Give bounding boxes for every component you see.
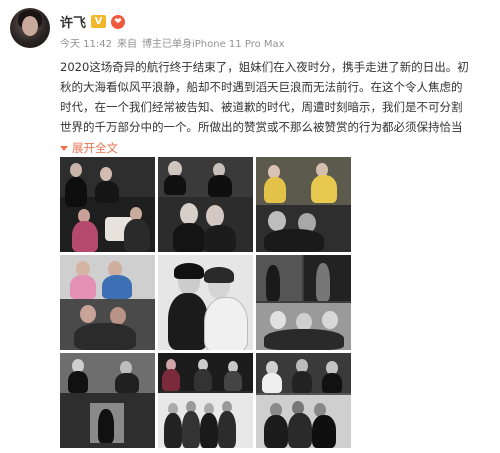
content-line: 时代，在一个我们经常被告知、被道歉的时代，周遭时刻暗示，我们是不可分割 <box>60 100 463 114</box>
photo-5[interactable] <box>158 255 253 350</box>
content-line: 2020这场奇异的航行终于结束了，姐妹们在入夜时分，携手走进了新的日出。初 <box>60 60 469 74</box>
photo-9[interactable] <box>256 353 351 448</box>
photo-6[interactable] <box>256 255 351 350</box>
content-line: 秋的大海看似风平浪静，船却不时遇到滔天巨浪而无法前行。在这个令人焦虑的 <box>60 80 463 94</box>
photo-7[interactable] <box>60 353 155 448</box>
post-source: 博主已单身iPhone 11 Pro Max <box>142 39 285 50</box>
photo-4[interactable] <box>60 255 155 350</box>
photo-3[interactable] <box>256 157 351 252</box>
photo-8[interactable] <box>158 353 253 448</box>
post-content: 2020这场奇异的航行终于结束了，姐妹们在入夜时分，携手走进了新的日出。初 秋的… <box>60 57 492 137</box>
post-meta: 今天 11:42 来自 博主已单身iPhone 11 Pro Max <box>60 35 285 50</box>
photo-2[interactable] <box>158 157 253 252</box>
photo-grid <box>60 157 351 449</box>
heart-badge-icon: ❤ <box>111 14 126 29</box>
username[interactable]: 许飞 <box>60 12 86 31</box>
avatar[interactable] <box>10 8 50 48</box>
post-time[interactable]: 今天 11:42 <box>60 35 112 50</box>
expand-arrow-icon <box>60 145 68 151</box>
content-line: 世界的千万部分中的一个。所做出的赞赏或不那么被赞赏的行为都必须保持恰当 <box>60 120 463 134</box>
expand-full-text-button[interactable]: 展开全文 <box>60 140 118 156</box>
expand-label: 展开全文 <box>72 141 118 155</box>
vip-badge-icon: V <box>91 15 107 28</box>
source-prefix: 来自 <box>117 39 137 50</box>
name-row: 许飞 V ❤ <box>60 12 126 31</box>
photo-1[interactable] <box>60 157 155 252</box>
